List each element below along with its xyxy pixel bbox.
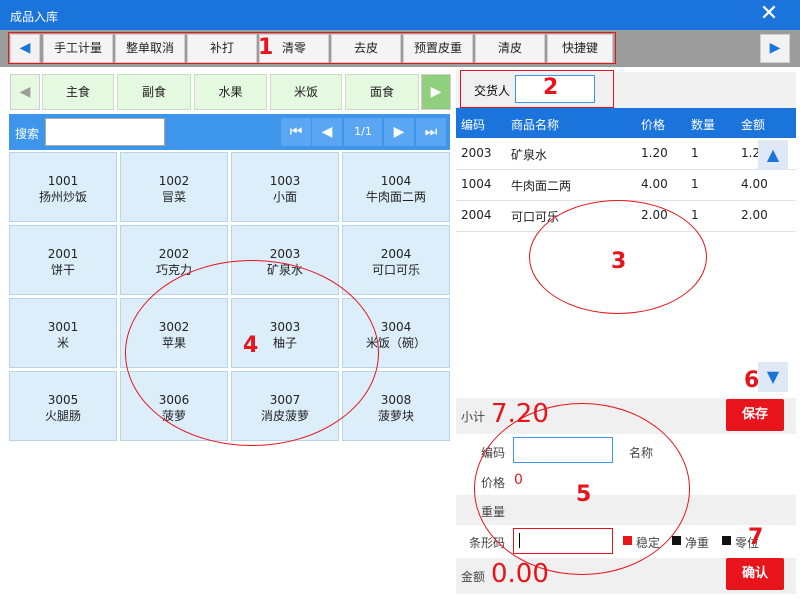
annotation-1: 1 <box>258 35 274 60</box>
zero-indicator-icon <box>722 536 731 545</box>
product-tile[interactable]: 2004 可口可乐 <box>342 225 450 295</box>
product-name: 饼干 <box>50 263 75 277</box>
total-label: 金额 <box>461 570 486 584</box>
product-code: 2002 <box>158 247 190 261</box>
col-header-amount: 金额 <box>741 118 766 132</box>
row-name: 矿泉水 <box>511 148 548 162</box>
product-name: 牛肉面二两 <box>365 190 426 204</box>
product-name: 小面 <box>272 190 297 204</box>
next-page-icon[interactable]: ▶ <box>384 118 414 146</box>
product-name: 菠萝块 <box>377 409 414 423</box>
product-code: 2001 <box>47 247 79 261</box>
product-tile[interactable]: 2001 饼干 <box>9 225 117 295</box>
scroll-down-icon[interactable]: ▼ <box>758 362 788 392</box>
product-tile[interactable]: 3001 米 <box>9 298 117 368</box>
row-code: 2004 <box>461 208 492 222</box>
category-left-arrow-icon[interactable]: ◀ <box>10 74 40 110</box>
annotation-6: 6 <box>744 368 760 393</box>
annotation-2: 2 <box>543 75 559 100</box>
product-name: 冒菜 <box>161 190 186 204</box>
product-tile[interactable]: 3005 火腿肠 <box>9 371 117 441</box>
col-header-qty: 数量 <box>691 118 716 132</box>
annotation-3: 3 <box>611 249 627 274</box>
product-code: 2004 <box>380 247 412 261</box>
annotation-7: 7 <box>748 525 764 550</box>
product-code: 1001 <box>47 174 79 188</box>
product-name: 火腿肠 <box>44 409 81 423</box>
confirm-button[interactable]: 确认 <box>726 558 784 590</box>
row-qty: 1 <box>691 208 699 222</box>
prev-page-icon[interactable]: ◀ <box>312 118 342 146</box>
row-amount: 2.00 <box>741 208 768 222</box>
row-code: 1004 <box>461 177 492 191</box>
col-header-name: 商品名称 <box>511 118 560 132</box>
row-price: 1.20 <box>641 146 668 160</box>
category-fruit[interactable]: 水果 <box>194 74 267 110</box>
table-row[interactable] <box>456 138 756 169</box>
col-header-code: 编码 <box>461 118 486 132</box>
row-name: 牛肉面二两 <box>511 179 572 193</box>
category-right-arrow-icon[interactable]: ▶ <box>421 74 451 110</box>
annotation-box-1 <box>8 32 616 64</box>
category-side[interactable]: 副食 <box>117 74 191 110</box>
product-code: 3001 <box>47 320 79 334</box>
product-code: 3005 <box>47 393 79 407</box>
annotation-5: 5 <box>576 482 592 507</box>
category-rice[interactable]: 米饭 <box>270 74 342 110</box>
product-tile[interactable]: 1003 小面 <box>231 152 339 222</box>
product-name: 可口可乐 <box>371 263 420 277</box>
annotation-box-2 <box>460 70 614 108</box>
row-code: 2003 <box>461 146 492 160</box>
annotation-4: 4 <box>243 333 259 358</box>
window-title: 成品入库 <box>10 10 59 24</box>
row-price: 4.00 <box>641 177 668 191</box>
category-staple[interactable]: 主食 <box>42 74 114 110</box>
close-icon[interactable]: ✕ <box>750 2 788 28</box>
net-weight-indicator-icon <box>672 536 681 545</box>
net-weight-label: 净重 <box>685 536 710 550</box>
product-code: 1002 <box>158 174 190 188</box>
search-input[interactable] <box>45 118 165 146</box>
product-name: 扬州炒饭 <box>38 190 87 204</box>
product-code: 1003 <box>269 174 301 188</box>
product-tile[interactable]: 1002 冒菜 <box>120 152 228 222</box>
search-label: 搜索 <box>15 127 40 141</box>
row-qty: 1 <box>691 146 699 160</box>
category-noodle[interactable]: 面食 <box>345 74 419 110</box>
subtotal-label: 小计 <box>461 410 486 424</box>
product-code: 1004 <box>380 174 412 188</box>
row-qty: 1 <box>691 177 699 191</box>
save-button[interactable]: 保存 <box>726 399 784 431</box>
row-amount: 4.00 <box>741 177 768 191</box>
col-header-price: 价格 <box>641 118 666 132</box>
product-tile[interactable]: 1004 牛肉面二两 <box>342 152 450 222</box>
toolbar-right-arrow-icon[interactable]: ▶ <box>760 34 790 63</box>
last-page-icon[interactable]: ⏭ <box>416 118 446 146</box>
product-name: 米 <box>56 336 69 350</box>
first-page-icon[interactable]: ⏮ <box>281 118 311 146</box>
table-row[interactable] <box>456 169 756 200</box>
page-indicator: 1/1 <box>344 118 382 146</box>
scroll-up-icon[interactable]: ▲ <box>758 140 788 170</box>
product-tile[interactable]: 1001 扬州炒饭 <box>9 152 117 222</box>
title-bar <box>0 0 800 30</box>
